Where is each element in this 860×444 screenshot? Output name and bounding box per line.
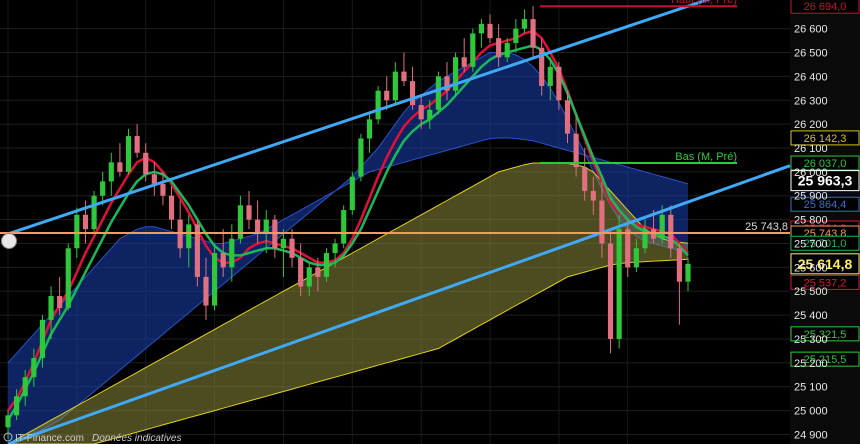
- y-tick-label: 26 000: [794, 167, 828, 179]
- y-tick-label: 25 500: [794, 286, 828, 298]
- candle-body: [401, 71, 407, 82]
- candle-body: [65, 248, 71, 308]
- level-line-label-0: Haut (M, Pré): [671, 0, 737, 6]
- candle-body: [392, 71, 398, 101]
- candle-body: [427, 109, 433, 120]
- candle-body: [14, 396, 20, 416]
- candle-body: [496, 38, 502, 58]
- y-tick-label: 25 400: [794, 310, 828, 322]
- candle-body: [82, 214, 89, 230]
- candle-body: [5, 415, 11, 428]
- y-tick-label: 26 200: [794, 119, 828, 131]
- candle-body: [125, 136, 132, 172]
- candle-body: [255, 219, 261, 234]
- candle-body: [31, 358, 37, 378]
- candle-body: [642, 229, 648, 249]
- y-tick-label: 26 600: [794, 24, 828, 36]
- y-tick-label: 25 600: [794, 262, 828, 274]
- y-tick-label: 25 700: [794, 238, 828, 250]
- candle-body: [323, 253, 330, 277]
- candle-body: [676, 248, 682, 282]
- candle-body: [409, 81, 416, 106]
- candle-body: [203, 276, 209, 306]
- candle-body: [470, 33, 476, 67]
- candle-body: [513, 28, 519, 43]
- candle-body: [91, 195, 97, 230]
- y-tick-label: 26 100: [794, 143, 828, 155]
- candle-body: [582, 167, 588, 191]
- candle-body: [633, 248, 639, 268]
- y-tick-label: 25 300: [794, 334, 828, 346]
- candle-body: [117, 162, 123, 172]
- candle-body: [22, 377, 28, 397]
- candle-body: [306, 267, 312, 287]
- candle-body: [263, 219, 269, 234]
- candle-body: [100, 181, 106, 196]
- candle-body: [504, 42, 510, 58]
- candle-body: [349, 176, 355, 211]
- candle-body: [289, 238, 295, 258]
- candle-body: [607, 243, 614, 339]
- price-chart: Haut (M, Pré)26 694,026 142,3Bas (M, Pré…: [0, 0, 860, 444]
- candle-body: [418, 105, 424, 120]
- candle-body: [366, 119, 373, 139]
- y-tick-label: 25 800: [794, 215, 828, 227]
- candle-body: [599, 200, 605, 244]
- candle-body: [48, 296, 54, 320]
- candle-body: [564, 100, 571, 134]
- candle-body: [332, 243, 338, 254]
- candle-body: [186, 224, 192, 249]
- candle-body: [246, 205, 252, 220]
- horizontal-level-label: 25 743,8: [745, 221, 788, 233]
- chart-root: Haut (M, Pré) 26 694,0 26 142,3 Bas (M, Pré…: [0, 0, 860, 444]
- candle-body: [168, 195, 175, 220]
- candle-body: [668, 214, 674, 249]
- candle-body: [341, 210, 347, 244]
- y-tick-label: 25 100: [794, 382, 828, 394]
- y-tick-label: 25 000: [794, 406, 828, 418]
- candle-body: [280, 238, 287, 249]
- candle-body: [685, 263, 691, 282]
- candle-body: [315, 267, 321, 277]
- y-tick-label: 26 500: [794, 48, 828, 60]
- candle-body: [625, 229, 631, 268]
- candle-body: [57, 296, 63, 308]
- candle-body: [143, 152, 149, 175]
- candle-body: [220, 253, 226, 268]
- candle-body: [212, 253, 218, 306]
- candle-body: [590, 190, 596, 201]
- candle-body: [384, 90, 390, 101]
- y-tick-label: 26 300: [794, 95, 828, 107]
- candle-body: [659, 214, 665, 239]
- price-tag-label-0: 26 694,0: [804, 1, 847, 13]
- y-tick-label: 25 900: [794, 191, 828, 203]
- candle-body: [74, 214, 80, 249]
- candle-body: [134, 136, 140, 153]
- settings-icon[interactable]: [1, 233, 17, 249]
- candle-body: [39, 319, 46, 359]
- candle-body: [530, 19, 536, 48]
- candle-body: [547, 66, 553, 86]
- level-line-label-2: Bas (M, Pré): [675, 151, 737, 163]
- y-tick-label: 26 400: [794, 71, 828, 83]
- y-tick-label: 24 900: [794, 429, 828, 441]
- candle-body: [151, 174, 157, 184]
- candle-body: [375, 90, 381, 120]
- candle-body: [487, 23, 493, 39]
- y-tick-label: 25 200: [794, 358, 828, 370]
- candle-body: [478, 23, 484, 34]
- candle-body: [616, 229, 622, 339]
- candle-body: [160, 183, 166, 196]
- candle-body: [229, 238, 235, 268]
- candle-body: [556, 66, 562, 101]
- candle-body: [521, 19, 528, 29]
- candle-body: [108, 162, 114, 182]
- candle-body: [358, 138, 364, 177]
- candle-body: [435, 76, 441, 110]
- candle-body: [298, 257, 304, 287]
- candle-body: [461, 57, 467, 67]
